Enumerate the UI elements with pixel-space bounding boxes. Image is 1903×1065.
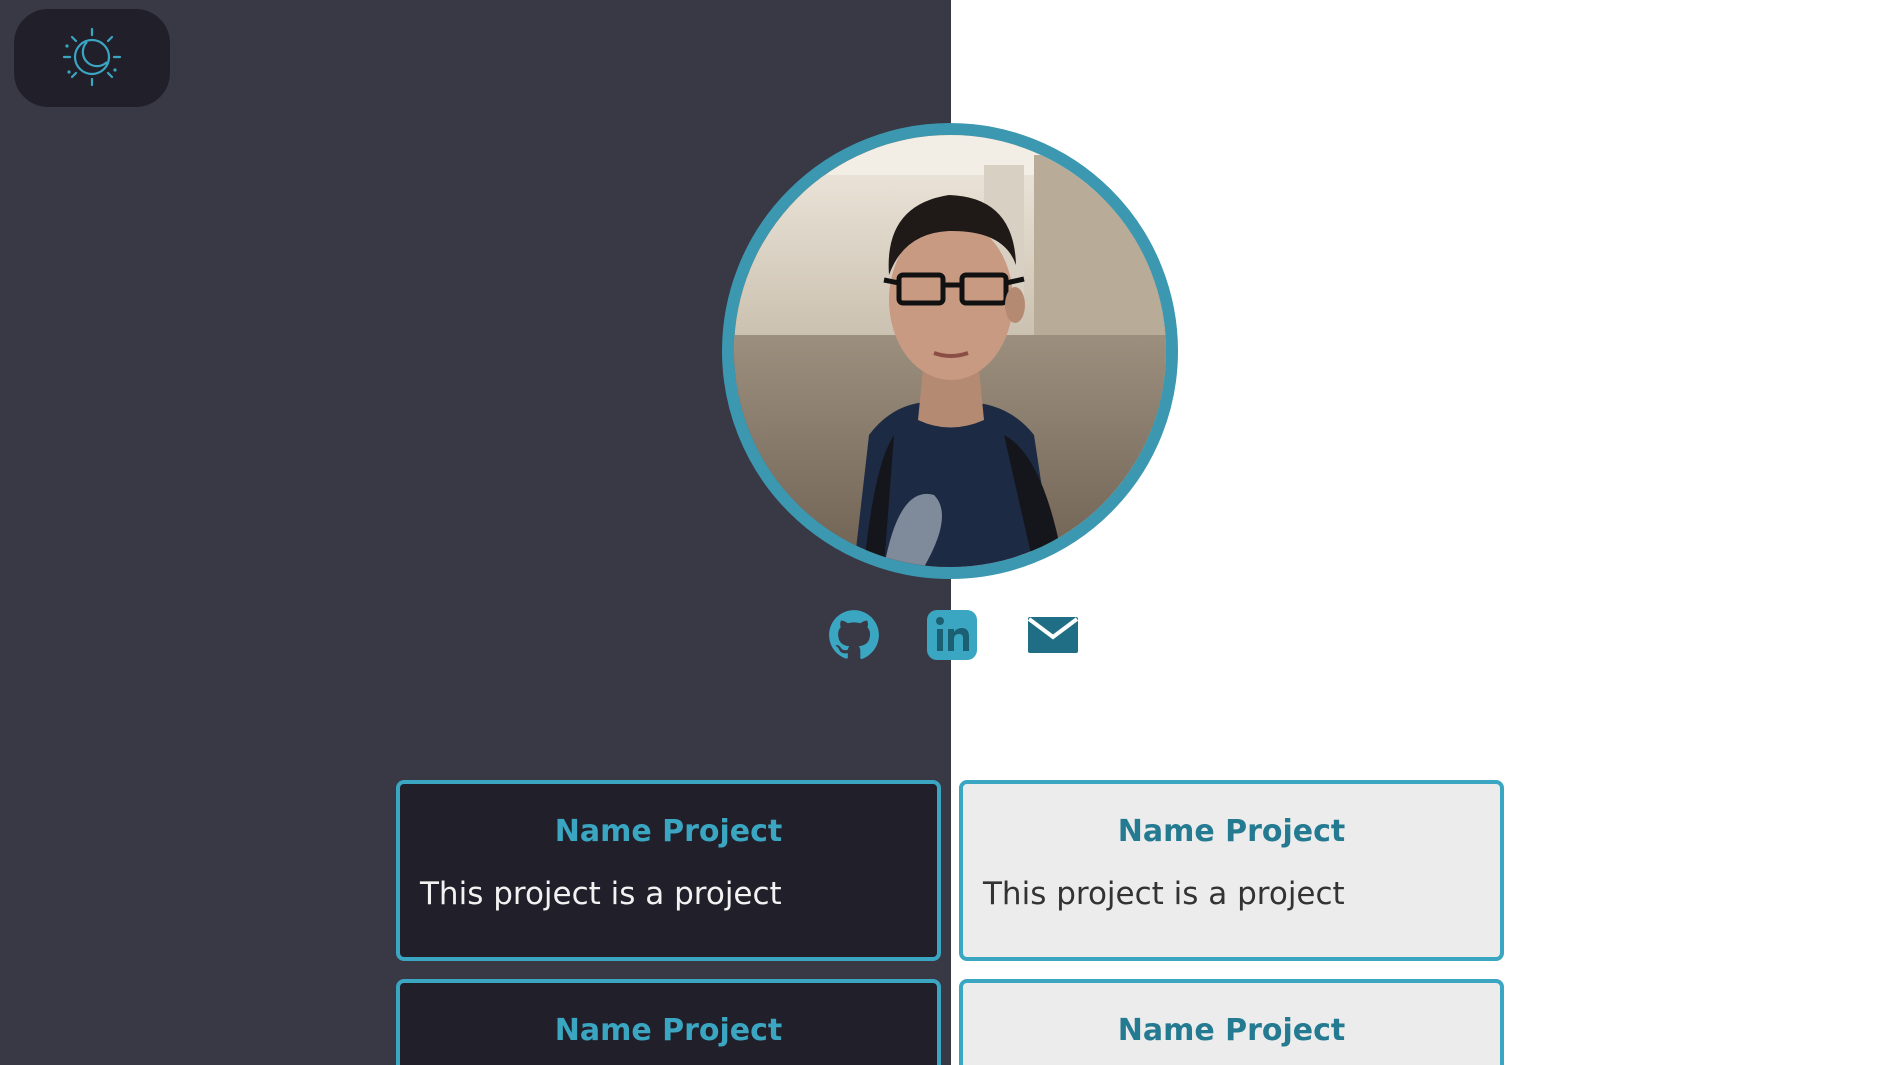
project-title: Name Project [1117,814,1346,849]
linkedin-icon [926,609,978,665]
social-links [0,610,1903,664]
project-description: This project is a project [983,876,1345,912]
project-card[interactable]: Name Project This project is a project [396,780,941,961]
project-title: Name Project [554,1013,783,1048]
linkedin-link[interactable] [925,610,979,664]
project-card[interactable]: Name Project This project is a project [959,780,1504,961]
project-title: Name Project [1117,1013,1346,1048]
project-card[interactable]: Name Project [396,979,941,1065]
project-description: This project is a project [420,876,782,912]
profile-photo [734,135,1166,567]
mail-icon [1027,615,1079,659]
project-card[interactable]: Name Project [959,979,1504,1065]
project-title: Name Project [554,814,783,849]
theme-toggle-button[interactable] [14,9,170,107]
github-icon [828,609,880,665]
github-link[interactable] [827,610,881,664]
profile-avatar [722,123,1178,579]
email-link[interactable] [1026,610,1080,664]
sun-moon-icon [61,26,123,91]
